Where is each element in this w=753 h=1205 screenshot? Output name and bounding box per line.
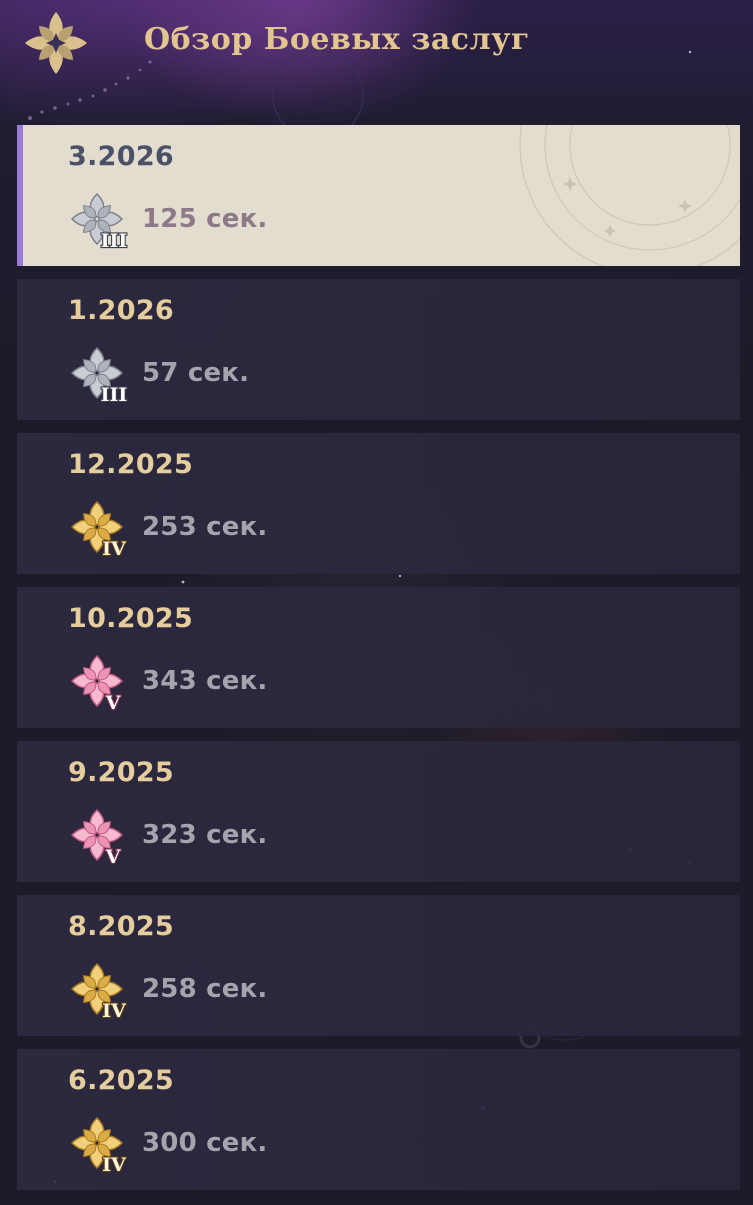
record-date: 10.2025: [68, 603, 194, 634]
record-card[interactable]: 12.2025 IV 253 сек.: [17, 433, 740, 574]
record-time: 57 сек.: [142, 358, 250, 388]
record-card[interactable]: 8.2025 IV 258 сек.: [17, 895, 740, 1036]
pink-medal-rank-5-icon: V: [70, 808, 124, 869]
svg-text:III: III: [101, 230, 128, 252]
silver-medal-rank-3-icon: III: [70, 346, 129, 407]
svg-text:III: III: [101, 384, 128, 406]
record-date: 12.2025: [68, 449, 194, 480]
gold-medal-rank-4-icon: IV: [70, 1116, 128, 1177]
svg-text:IV: IV: [102, 1000, 127, 1022]
svg-text:IV: IV: [102, 538, 127, 560]
svg-text:V: V: [105, 692, 122, 714]
record-time: 258 сек.: [142, 974, 268, 1004]
silver-medal-rank-3-icon: III: [70, 192, 129, 253]
record-date: 8.2025: [68, 911, 174, 942]
page-header: Обзор Боевых заслуг: [0, 0, 753, 110]
records-list: 3.2026 III 125 сек. 1.2026 III 57 сек. 1…: [17, 125, 740, 1203]
record-date: 3.2026: [68, 141, 174, 172]
record-card[interactable]: 6.2025 IV 300 сек.: [17, 1049, 740, 1190]
record-date: 9.2025: [68, 757, 174, 788]
record-time: 125 сек.: [142, 204, 268, 234]
svg-text:IV: IV: [102, 1154, 127, 1176]
record-time: 323 сек.: [142, 820, 268, 850]
page-title: Обзор Боевых заслуг: [144, 22, 530, 57]
record-time: 300 сек.: [142, 1128, 268, 1158]
flower-emblem-icon: [25, 12, 87, 74]
record-date: 1.2026: [68, 295, 174, 326]
record-time: 253 сек.: [142, 512, 268, 542]
gold-medal-rank-4-icon: IV: [70, 962, 128, 1023]
record-card[interactable]: 10.2025 V 343 сек.: [17, 587, 740, 728]
record-card[interactable]: 9.2025 V 323 сек.: [17, 741, 740, 882]
record-card-selected[interactable]: 3.2026 III 125 сек.: [17, 125, 740, 266]
pink-medal-rank-5-icon: V: [70, 654, 124, 715]
record-card[interactable]: 1.2026 III 57 сек.: [17, 279, 740, 420]
svg-text:V: V: [105, 846, 122, 868]
record-time: 343 сек.: [142, 666, 268, 696]
card-decoration: [519, 125, 740, 266]
record-date: 6.2025: [68, 1065, 174, 1096]
gold-medal-rank-4-icon: IV: [70, 500, 128, 561]
